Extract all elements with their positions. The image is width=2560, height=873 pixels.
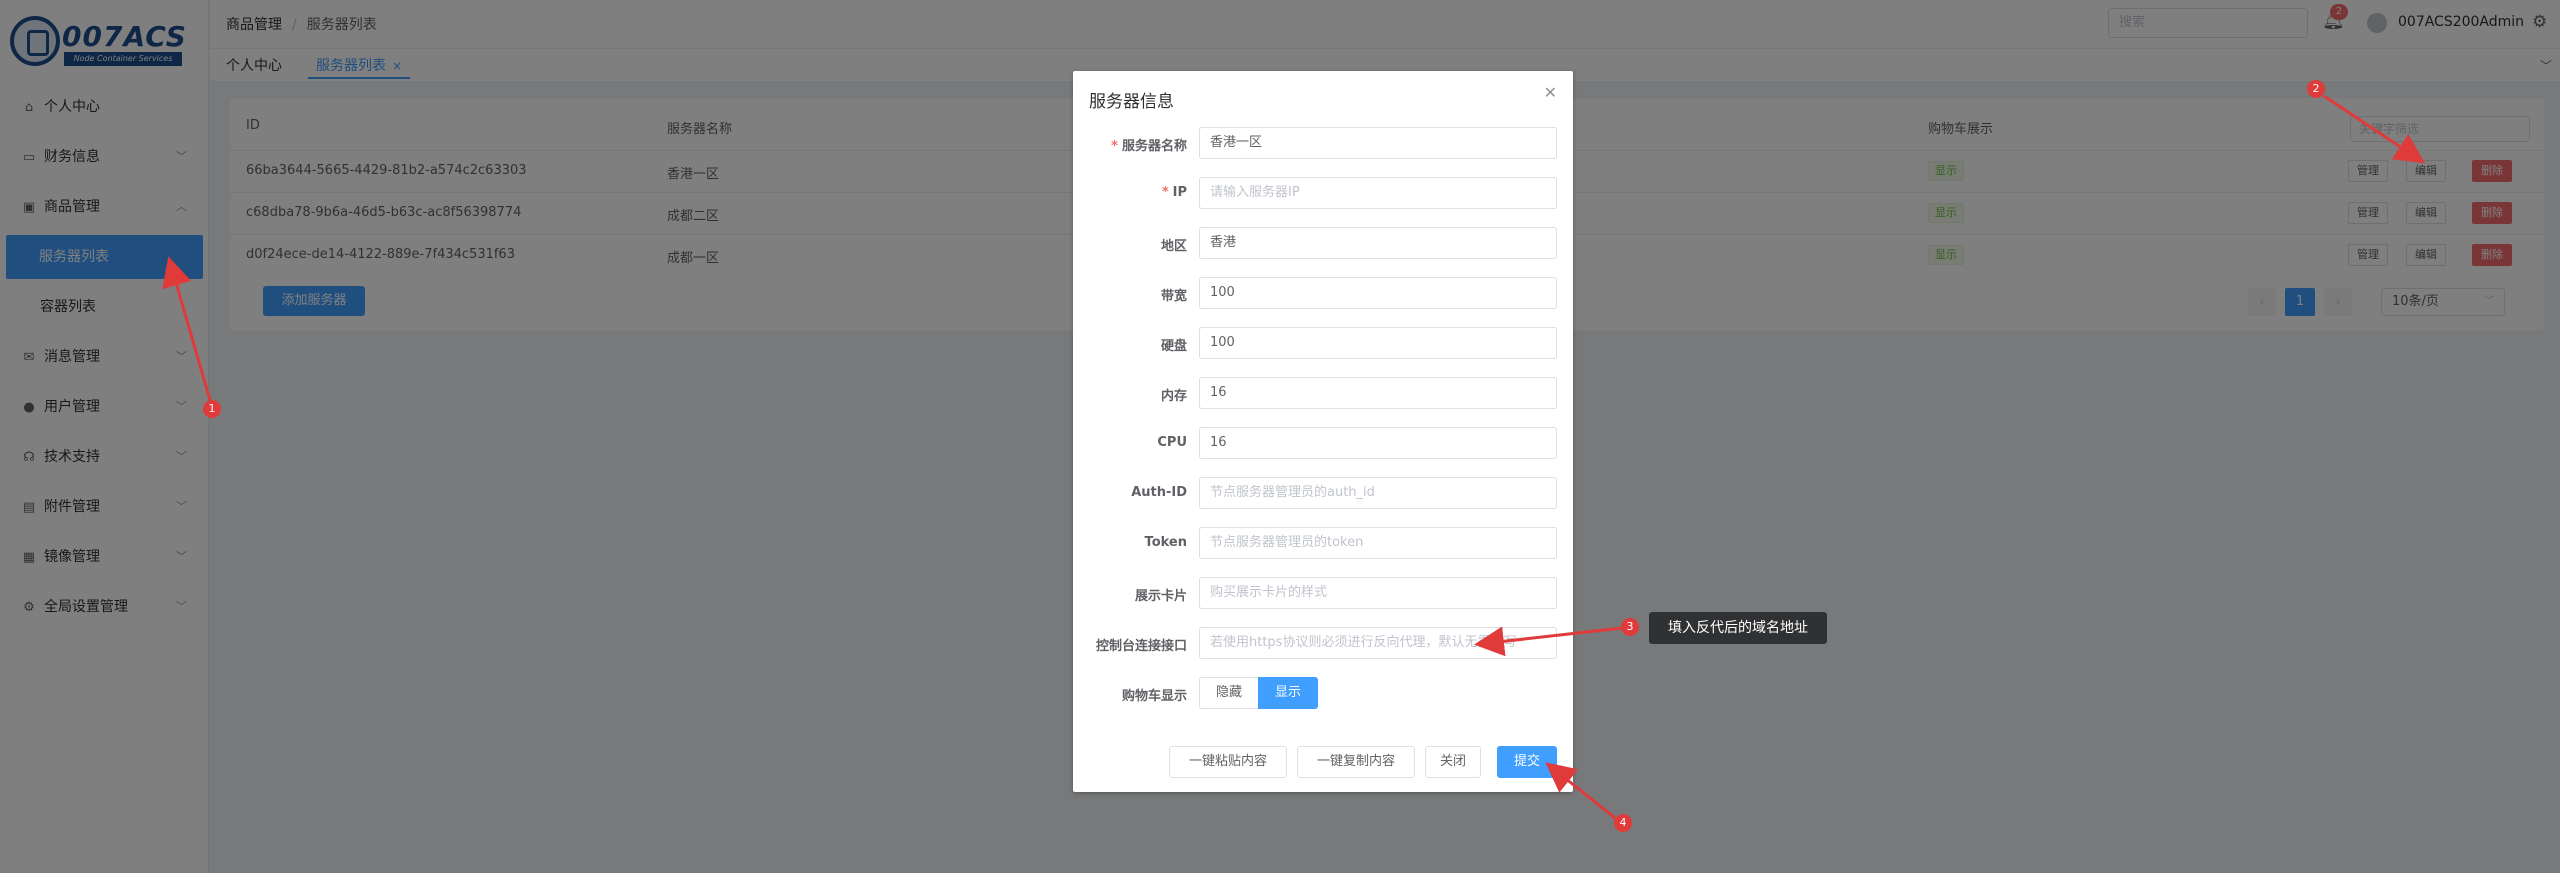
- ip-input[interactable]: 请输入服务器IP: [1199, 177, 1557, 209]
- field-label-text: 服务器名称: [1121, 139, 1187, 154]
- auth-id-input[interactable]: 节点服务器管理员的auth_id: [1199, 477, 1557, 509]
- server-name-input[interactable]: 香港一区: [1199, 127, 1557, 159]
- field-label-disk: 硬盘: [1160, 339, 1187, 354]
- field-label-ip: * IP: [1073, 185, 1187, 200]
- field-label-console-endpoint: 控制台连接接口: [1095, 639, 1187, 654]
- annotation-tooltip: 填入反代后的域名地址: [1649, 612, 1827, 644]
- memory-input[interactable]: 16: [1199, 377, 1557, 409]
- cart-hide-toggle[interactable]: 隐藏: [1199, 677, 1259, 709]
- display-card-input[interactable]: 购买展示卡片的样式: [1199, 577, 1557, 609]
- close-button[interactable]: 关闭: [1425, 746, 1481, 778]
- field-label-server-name: * 服务器名称: [1073, 135, 1187, 154]
- field-label-region: 地区: [1160, 239, 1187, 254]
- paste-all-button[interactable]: 一键粘贴内容: [1169, 746, 1287, 778]
- annotation-marker: 2: [2307, 80, 2325, 98]
- required-mark: *: [1161, 185, 1169, 200]
- field-label-memory: 内存: [1160, 389, 1187, 404]
- required-mark: *: [1111, 139, 1118, 154]
- token-input[interactable]: 节点服务器管理员的token: [1199, 527, 1557, 559]
- cpu-input[interactable]: 16: [1199, 427, 1557, 459]
- annotation-marker: 3: [1621, 618, 1639, 636]
- copy-all-button[interactable]: 一键复制内容: [1297, 746, 1415, 778]
- submit-button[interactable]: 提交: [1497, 746, 1557, 778]
- field-label-text: IP: [1172, 185, 1187, 200]
- region-input[interactable]: 香港: [1199, 227, 1557, 259]
- cart-show-toggle[interactable]: 显示: [1258, 677, 1318, 709]
- disk-input[interactable]: 100: [1199, 327, 1557, 359]
- server-info-dialog: 服务器信息 ✕ * 服务器名称 香港一区 * IP 请输入服务器IP 地区 香港 带…: [1073, 71, 1573, 792]
- field-label-token: Token: [1144, 535, 1187, 550]
- dialog-title: 服务器信息: [1089, 92, 1174, 112]
- field-label-auth-id: Auth-ID: [1131, 485, 1187, 500]
- bandwidth-input[interactable]: 100: [1199, 277, 1557, 309]
- annotation-marker: 4: [1614, 814, 1632, 832]
- console-endpoint-input[interactable]: 若使用https协议则必须进行反向代理，默认无需填写: [1199, 627, 1557, 659]
- field-label-cart-display: 购物车显示: [1121, 689, 1187, 704]
- field-label-display-card: 展示卡片: [1134, 589, 1187, 604]
- field-label-bandwidth: 带宽: [1160, 289, 1187, 304]
- close-icon[interactable]: ✕: [1544, 83, 1557, 102]
- field-label-cpu: CPU: [1157, 435, 1187, 450]
- annotation-marker: 1: [203, 400, 221, 418]
